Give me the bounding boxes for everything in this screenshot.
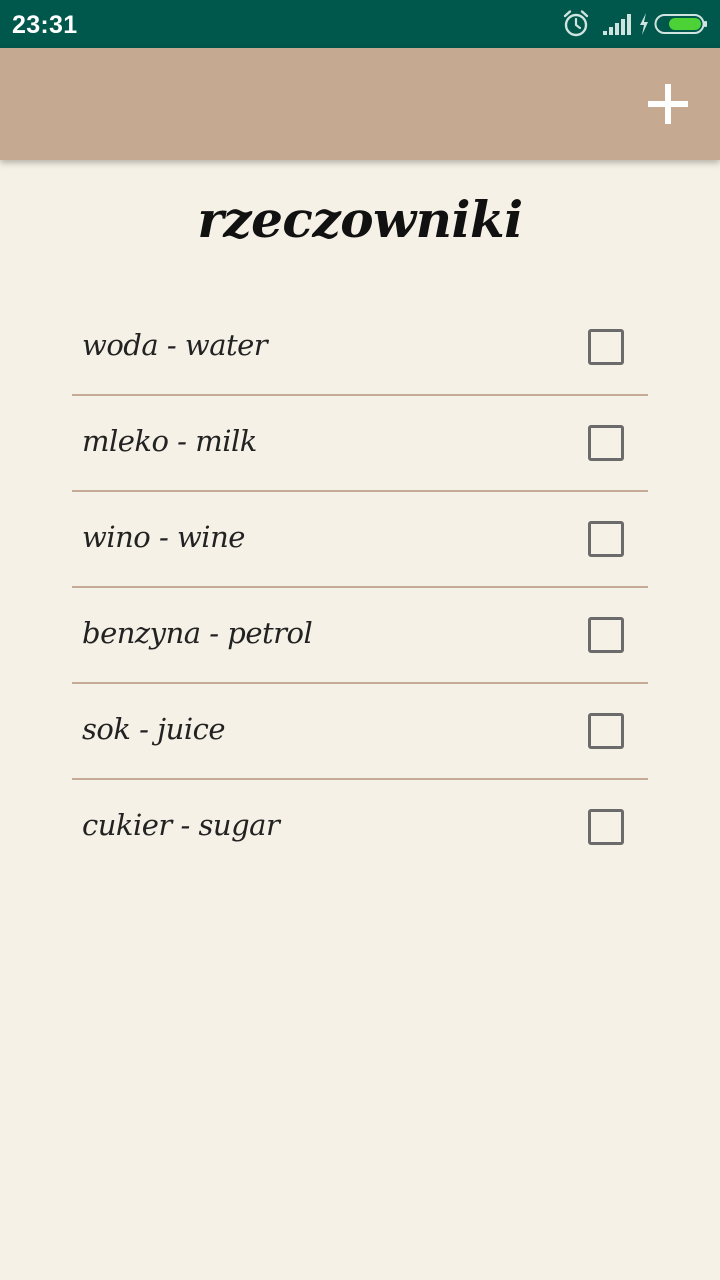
list-item-label: cukier - sugar [82, 808, 280, 842]
battery-icon [654, 14, 707, 34]
list-item-checkbox[interactable] [588, 809, 624, 845]
status-bar: 23:31 [0, 0, 720, 48]
app-bar [0, 48, 720, 160]
signal-icon [603, 14, 631, 35]
list-item: benzyna - petrol [72, 588, 648, 684]
list-item: woda - water [72, 300, 648, 396]
word-list: woda - water mleko - milk wino - wine be… [72, 300, 648, 876]
list-item-label: benzyna - petrol [82, 616, 313, 650]
list-item-label: sok - juice [82, 712, 226, 746]
list-item-checkbox[interactable] [588, 521, 624, 557]
list-item-checkbox[interactable] [588, 425, 624, 461]
list-item: mleko - milk [72, 396, 648, 492]
plus-icon [648, 84, 688, 124]
list-item-label: mleko - milk [82, 424, 257, 458]
list-item-checkbox[interactable] [588, 617, 624, 653]
list-item-checkbox[interactable] [588, 329, 624, 365]
list-item-label: wino - wine [82, 520, 245, 554]
list-item-checkbox[interactable] [588, 713, 624, 749]
list-item: wino - wine [72, 492, 648, 588]
list-item: cukier - sugar [72, 780, 648, 876]
list-item: sok - juice [72, 684, 648, 780]
charging-icon [640, 13, 648, 35]
status-time: 23:31 [12, 11, 78, 39]
list-item-label: woda - water [82, 328, 268, 362]
add-button[interactable] [642, 78, 694, 130]
alarm-icon [563, 10, 589, 37]
page-title: rzeczowniki [197, 190, 523, 249]
